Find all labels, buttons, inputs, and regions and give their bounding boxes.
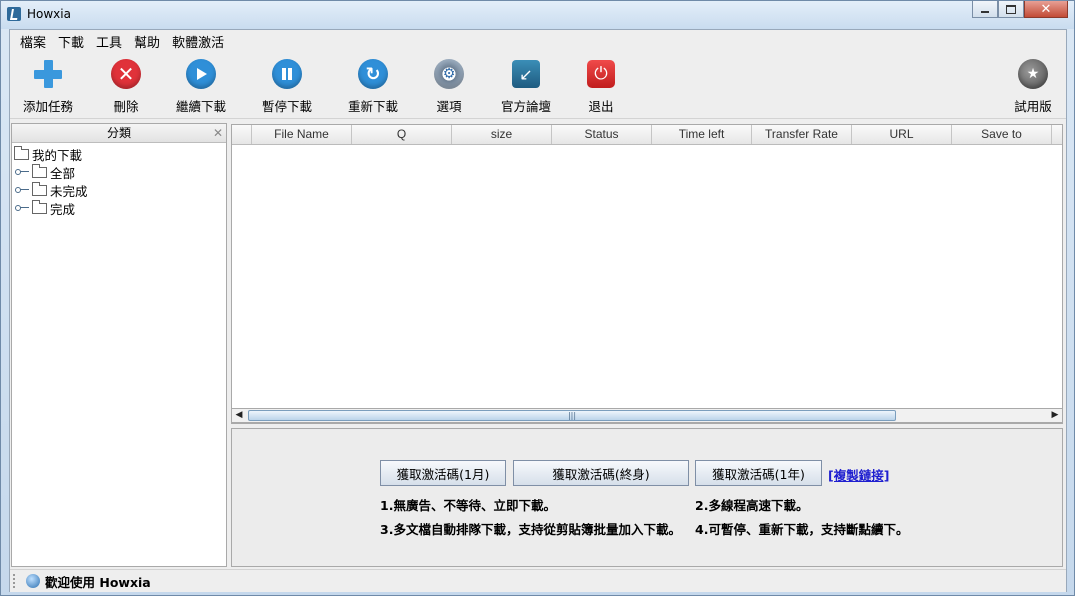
trial-label: 試用版 <box>1014 96 1052 115</box>
column-header-size[interactable]: size <box>452 125 552 144</box>
play-icon <box>185 58 217 90</box>
close-button[interactable]: ✕ <box>1024 1 1068 18</box>
resume-label: 繼續下載 <box>176 96 226 115</box>
activate-lifetime-button[interactable]: 獲取激活碼(終身) <box>513 460 689 486</box>
app-icon <box>7 7 21 21</box>
delete-icon: ✕ <box>110 58 142 90</box>
toolbar: 添加任務 ✕ 刪除 繼續下載 暫停下載 ↻ 重新下載 ⚙ 選項 <box>10 52 1066 119</box>
exit-label: 退出 <box>588 96 613 115</box>
category-title: 分類 <box>107 126 131 140</box>
refresh-icon: ↻ <box>357 58 389 90</box>
copy-link[interactable]: [複製鏈接] <box>828 465 889 484</box>
trial-button[interactable]: ★ 試用版 <box>998 58 1068 115</box>
gear-icon: ⚙ <box>433 58 465 90</box>
close-icon[interactable]: ✕ <box>213 124 223 142</box>
pause-button[interactable]: 暫停下載 <box>252 58 322 115</box>
tree-item-all[interactable]: 全部 <box>14 163 226 181</box>
column-header-transfer-rate[interactable]: Transfer Rate <box>752 125 852 144</box>
status-bar: 歡迎使用 Howxia <box>10 569 1066 592</box>
client-area: 檔案 下載 工具 幫助 軟體激活 添加任務 ✕ 刪除 繼續下載 <box>9 29 1067 592</box>
menu-download[interactable]: 下載 <box>52 32 90 51</box>
resume-button[interactable]: 繼續下載 <box>166 58 236 115</box>
menu-help[interactable]: 幫助 <box>128 32 166 51</box>
tree-item-incomplete[interactable]: 未完成 <box>14 181 226 199</box>
category-panel: 分類 ✕ 我的下載 全部 未完成 <box>11 123 227 567</box>
feature-text: 3.多文檔自動排隊下載，支持從剪貼簿批量加入下載。 <box>380 519 681 538</box>
options-button[interactable]: ⚙ 選項 <box>414 58 484 115</box>
power-icon: ⏻ <box>585 58 617 90</box>
scrollbar-thumb[interactable]: ||| <box>248 410 896 421</box>
minimize-button[interactable] <box>972 1 998 18</box>
horizontal-scrollbar[interactable]: ◀ ||| ▶ <box>231 408 1063 423</box>
add-task-label: 添加任務 <box>23 96 73 115</box>
column-header-q[interactable]: Q <box>352 125 452 144</box>
column-header-url[interactable]: URL <box>852 125 952 144</box>
activation-panel: 獲取激活碼(1月) 獲取激活碼(終身) 獲取激活碼(1年) [複製鏈接] 1.無… <box>231 428 1063 567</box>
column-header-status[interactable]: Status <box>552 125 652 144</box>
folder-icon <box>32 185 47 196</box>
delete-button[interactable]: ✕ 刪除 <box>91 58 161 115</box>
tree-item-label: 未完成 <box>50 181 88 200</box>
plus-icon <box>32 58 64 90</box>
column-header-save-to[interactable]: Save to <box>952 125 1052 144</box>
pause-label: 暫停下載 <box>262 96 312 115</box>
window-title: Howxia <box>27 7 71 21</box>
tree-item-root[interactable]: 我的下載 <box>14 145 226 163</box>
grip-icon <box>13 574 18 588</box>
download-table: File Name Q size Status Time left Transf… <box>231 124 1063 424</box>
column-header-time-left[interactable]: Time left <box>652 125 752 144</box>
options-label: 選項 <box>436 96 461 115</box>
column-header-select[interactable] <box>232 125 252 144</box>
folder-icon <box>32 203 47 214</box>
pause-icon <box>271 58 303 90</box>
forum-button[interactable]: ↙ 官方論壇 <box>491 58 561 115</box>
activate-1-month-button[interactable]: 獲取激活碼(1月) <box>380 460 506 486</box>
globe-icon <box>26 574 40 588</box>
forum-label: 官方論壇 <box>501 96 551 115</box>
tree-connector-icon <box>14 181 32 199</box>
tree-item-label: 完成 <box>50 199 75 218</box>
delete-label: 刪除 <box>113 96 138 115</box>
menu-activate[interactable]: 軟體激活 <box>166 32 230 51</box>
comet-star-icon: ★ <box>1017 58 1049 90</box>
restart-label: 重新下載 <box>348 96 398 115</box>
forum-icon: ↙ <box>510 58 542 90</box>
folder-icon <box>14 149 29 160</box>
menu-tools[interactable]: 工具 <box>90 32 128 51</box>
tree-root-label: 我的下載 <box>32 145 82 164</box>
menu-file[interactable]: 檔案 <box>14 32 52 51</box>
status-text: 歡迎使用 Howxia <box>45 572 151 591</box>
feature-text: 1.無廣告、不等待、立即下載。 <box>380 495 556 514</box>
feature-text: 4.可暫停、重新下載，支持斷點續下。 <box>695 519 908 538</box>
table-header: File Name Q size Status Time left Transf… <box>232 125 1062 145</box>
scroll-left-icon[interactable]: ◀ <box>232 409 246 422</box>
folder-icon <box>32 167 47 178</box>
tree-connector-icon <box>14 163 32 181</box>
add-task-button[interactable]: 添加任務 <box>13 58 83 115</box>
scroll-right-icon[interactable]: ▶ <box>1048 409 1062 422</box>
app-window: Howxia ✕ 檔案 下載 工具 幫助 軟體激活 添加任務 ✕ 刪除 <box>0 0 1075 596</box>
restart-button[interactable]: ↻ 重新下載 <box>338 58 408 115</box>
column-header-file-name[interactable]: File Name <box>252 125 352 144</box>
tree-item-label: 全部 <box>50 163 75 182</box>
tree-connector-icon <box>14 199 32 217</box>
exit-button[interactable]: ⏻ 退出 <box>566 58 636 115</box>
category-header: 分類 ✕ <box>12 124 226 143</box>
title-bar: Howxia ✕ <box>1 1 1074 29</box>
feature-text: 2.多線程高速下載。 <box>695 495 808 514</box>
maximize-button[interactable] <box>998 1 1024 18</box>
tree-item-complete[interactable]: 完成 <box>14 199 226 217</box>
activate-1-year-button[interactable]: 獲取激活碼(1年) <box>695 460 822 486</box>
category-tree: 我的下載 全部 未完成 完成 <box>12 143 226 217</box>
menu-bar: 檔案 下載 工具 幫助 軟體激活 <box>10 30 1066 52</box>
